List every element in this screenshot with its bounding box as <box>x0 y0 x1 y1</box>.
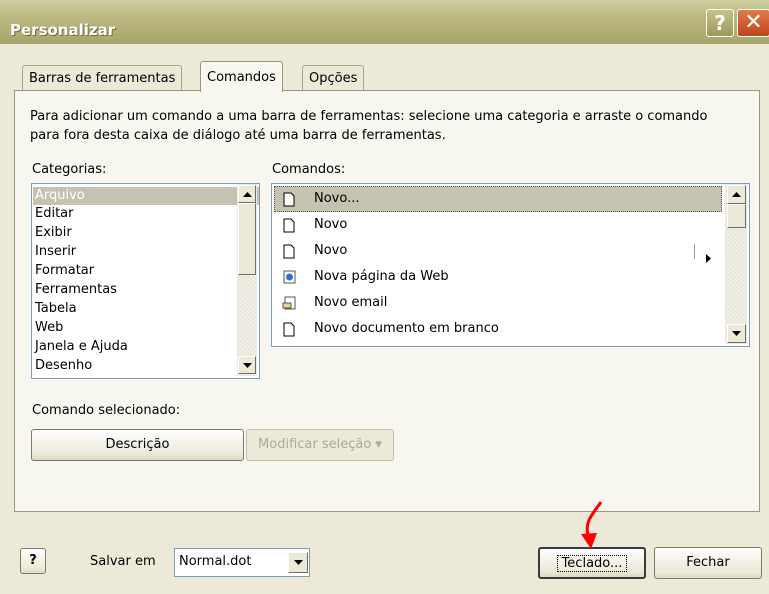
arrow-down-icon <box>242 362 252 368</box>
window-title: Personalizar <box>10 21 116 39</box>
arrow-up-icon <box>732 192 741 197</box>
tab-toolbars[interactable]: Barras de ferramentas <box>22 65 183 91</box>
tab-options[interactable]: Opções <box>302 65 365 91</box>
commands-scrollbar[interactable] <box>725 184 747 344</box>
blank-document-icon <box>282 321 296 337</box>
scroll-thumb[interactable] <box>727 204 746 228</box>
instructions-text: Para adicionar um comando a uma barra de… <box>30 109 708 143</box>
submenu-divider <box>694 244 695 259</box>
category-item[interactable]: Formatar <box>35 262 94 280</box>
category-item[interactable]: Ferramentas <box>35 281 117 299</box>
description-button[interactable]: Descrição <box>31 429 244 461</box>
save-in-label: Salvar em <box>90 554 156 569</box>
command-item[interactable]: Novo email <box>274 290 722 316</box>
category-item[interactable]: Arquivo <box>33 187 259 205</box>
blank-document-icon <box>282 217 296 233</box>
help-button[interactable]: ? <box>706 9 734 37</box>
arrow-down-icon <box>732 331 741 336</box>
email-icon <box>282 295 296 311</box>
arrow-up-icon <box>242 191 252 197</box>
scroll-thumb[interactable] <box>238 203 256 275</box>
command-item[interactable]: Nova página da Web <box>274 264 722 290</box>
category-item[interactable]: Desenho <box>35 357 92 375</box>
categories-listbox[interactable]: Arquivo Editar Exibir Inserir Formatar F… <box>31 183 260 379</box>
close-icon: ✕ <box>744 10 763 35</box>
category-item[interactable]: Tabela <box>35 300 77 318</box>
category-item[interactable]: Editar <box>35 205 74 223</box>
blank-document-icon <box>282 243 296 259</box>
scroll-up-button[interactable] <box>238 185 256 203</box>
modify-selection-button[interactable]: Modificar seleção ▾ <box>246 429 394 461</box>
save-in-select[interactable]: Normal.dot <box>174 548 310 577</box>
selected-command-label: Comando selecionado: <box>32 403 181 418</box>
categories-label: Categorias: <box>32 162 107 177</box>
category-item[interactable]: Inserir <box>35 243 76 261</box>
close-window-button[interactable]: ✕ <box>737 9 769 37</box>
save-in-value: Normal.dot <box>179 554 252 569</box>
command-item[interactable]: Novo <box>274 238 722 264</box>
scroll-up-button[interactable] <box>727 185 746 204</box>
command-item[interactable]: Novo... <box>274 186 722 212</box>
title-bar <box>0 0 769 44</box>
commands-label: Comandos: <box>272 162 346 177</box>
help-button-footer[interactable]: ? <box>20 548 46 574</box>
close-button[interactable]: Fechar <box>654 547 762 579</box>
scroll-down-button[interactable] <box>238 356 256 374</box>
blank-document-icon <box>282 191 296 207</box>
help-icon: ? <box>29 553 37 568</box>
categories-scrollbar[interactable] <box>237 184 257 376</box>
web-page-icon <box>282 269 296 285</box>
command-item[interactable]: Novo <box>274 212 722 238</box>
category-item[interactable]: Web <box>35 319 63 337</box>
annotation-arrow <box>581 501 603 549</box>
category-item[interactable]: Janela e Ajuda <box>35 338 128 356</box>
commands-listbox[interactable]: Novo... Novo Novo Nova página da Web Nov… <box>271 183 750 347</box>
help-icon: ? <box>714 11 726 35</box>
command-item[interactable]: Novo documento em branco <box>274 316 722 342</box>
chevron-down-icon <box>293 560 303 565</box>
scroll-down-button[interactable] <box>727 324 746 343</box>
dropdown-button[interactable] <box>288 552 308 573</box>
category-item[interactable]: Exibir <box>35 224 72 242</box>
tab-commands[interactable]: Comandos <box>200 61 283 92</box>
